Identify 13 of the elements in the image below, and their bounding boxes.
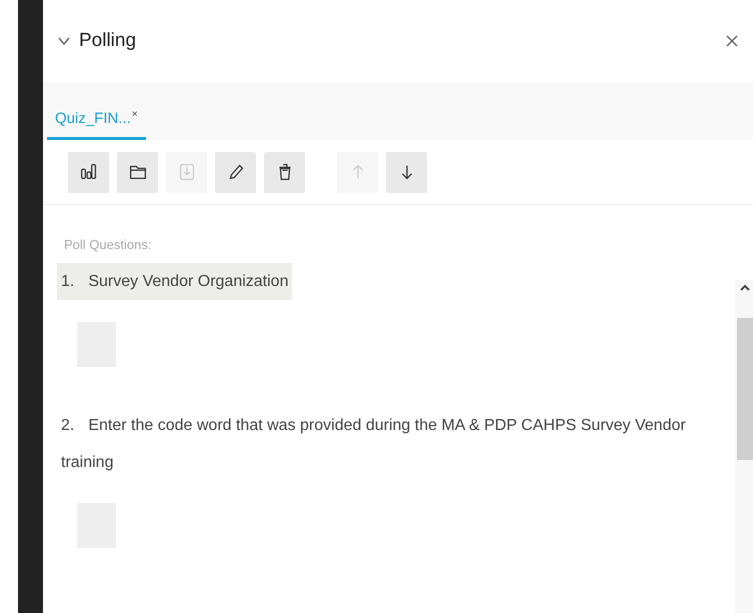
section-label: Poll Questions: [63,236,152,254]
pencil-button[interactable] [215,152,256,192]
tab-close[interactable]: × [132,109,138,120]
panel-title: Polling [79,30,138,52]
scroll-up-icon[interactable] [739,283,751,293]
poll-question[interactable]: 2. Enter the code word that was provided during the MA & PDP CAHPS Survey Vendor training [57,407,723,481]
scrollbar-thumb[interactable] [737,318,753,460]
folder-button[interactable] [117,152,158,192]
trash-button[interactable] [264,152,305,192]
bar-chart-button[interactable] [68,152,109,192]
quiz-tab[interactable]: Quiz_FIN...$^{×}$ [47,109,146,140]
poll-question[interactable]: 1. Survey Vendor Organization [57,263,292,300]
close-icon[interactable] [725,34,739,48]
